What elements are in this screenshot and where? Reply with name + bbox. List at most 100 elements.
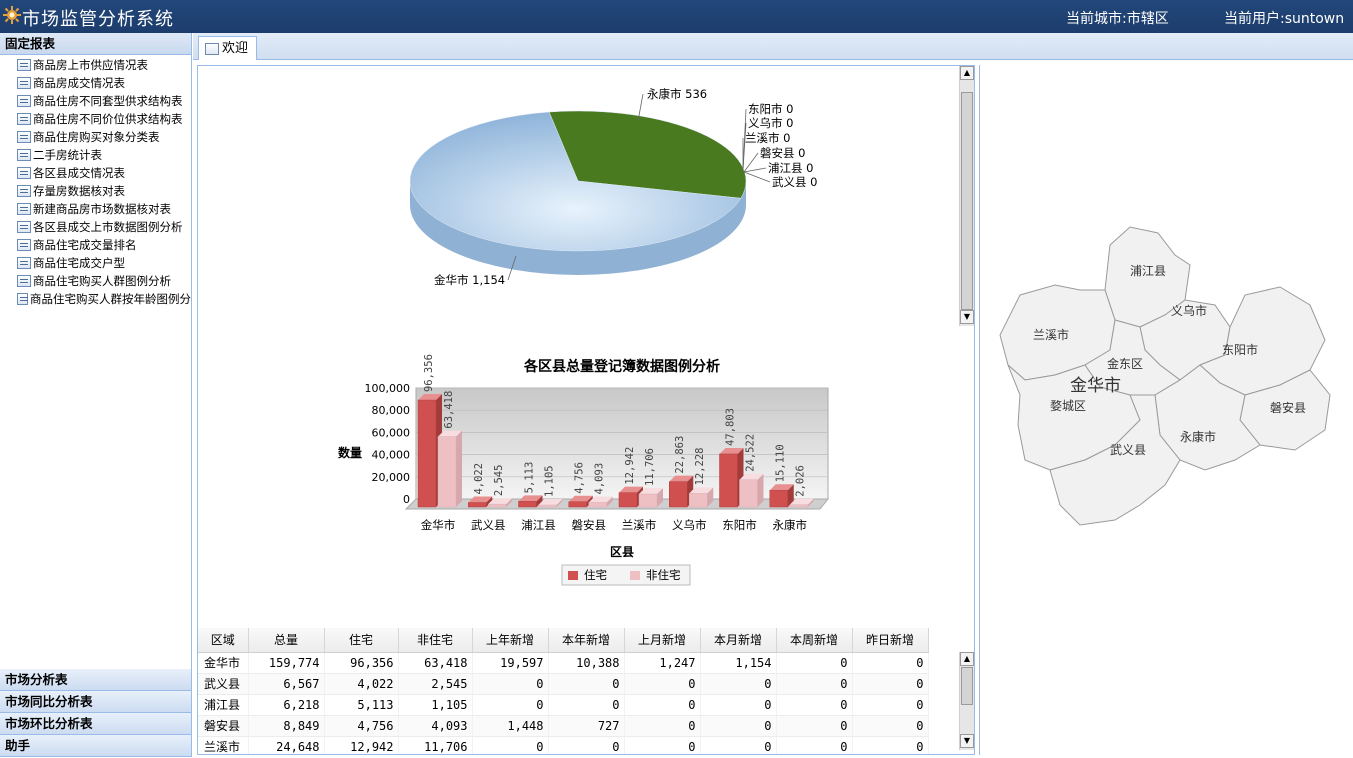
table-row[interactable]: 磐安县 8,849 4,756 4,093 1,448 727 0 0 0 0	[198, 715, 929, 737]
bar-chart-title: 各区县总量登记簿数据图例分析	[523, 358, 720, 375]
tab-welcome[interactable]: 欢迎	[198, 36, 258, 60]
bar[interactable]	[538, 504, 557, 508]
table-cell: 0	[624, 736, 701, 754]
column-header[interactable]: 非住宅	[398, 628, 473, 653]
bar-value-label: 96,356	[423, 354, 435, 392]
report-item[interactable]: 商品住房不同价位供求结构表	[0, 110, 191, 128]
bar-value-label: 4,756	[574, 462, 586, 494]
report-item[interactable]: 商品住宅成交户型	[0, 254, 191, 272]
table-row[interactable]: 兰溪市 24,648 12,942 11,706 0 0 0 0 0 0	[198, 736, 929, 754]
scroll-thumb[interactable]	[961, 667, 973, 705]
bar[interactable]	[638, 493, 658, 508]
report-item[interactable]: 商品房上市供应情况表	[0, 56, 191, 74]
column-header[interactable]: 区域	[198, 628, 249, 653]
scroll-thumb[interactable]	[961, 92, 973, 310]
report-icon	[17, 95, 31, 107]
report-item-label: 商品住宅购买人群图例分析	[33, 274, 171, 288]
report-icon	[17, 293, 28, 305]
report-item[interactable]: 二手房统计表	[0, 146, 191, 164]
bar[interactable]	[739, 479, 758, 508]
map-region-label: 浦江县	[1130, 264, 1166, 278]
scroll-up-icon[interactable]: ▲	[960, 66, 974, 80]
table-cell: 0	[624, 715, 701, 737]
bar-value-label: 4,093	[594, 463, 606, 495]
table-header: 区域 总量 住宅 非住宅 上年新增 本年新增 上月新增 本月新增 本周新增 昨日新增	[198, 628, 929, 653]
app-header: 市场监管分析系统 当前城市:市辖区 当前用户:suntown	[0, 0, 1353, 33]
x-tick-label: 义乌市	[672, 518, 707, 532]
report-item[interactable]: 商品住房购买对象分类表	[0, 128, 191, 146]
report-list: 商品房上市供应情况表商品房成交情况表 商品住房不同套型供求结构表 商品住房不同价位供…	[0, 55, 191, 308]
report-item-label: 商品住宅成交量排名	[33, 238, 137, 252]
scroll-down-icon[interactable]: ▼	[960, 734, 974, 748]
y-tick-label: 40,000	[372, 449, 411, 462]
x-tick-label: 磐安县	[572, 518, 607, 532]
x-tick-label: 浦江县	[521, 518, 556, 532]
map-region-label: 兰溪市	[1033, 327, 1069, 342]
bar[interactable]	[518, 501, 537, 508]
column-header[interactable]: 本月新增	[700, 628, 777, 653]
column-header[interactable]: 上月新增	[624, 628, 701, 653]
report-item[interactable]: 商品房成交情况表	[0, 74, 191, 92]
table-cell: 0	[548, 694, 625, 716]
bar[interactable]	[417, 399, 437, 508]
bar[interactable]	[588, 502, 607, 508]
sidebar-section-header[interactable]: 助手	[0, 735, 191, 757]
y-axis-label: 数量	[338, 445, 362, 460]
report-item[interactable]: 商品住宅购买人群图例分析	[0, 272, 191, 290]
bar[interactable]	[437, 436, 457, 508]
bar[interactable]	[468, 502, 487, 508]
fixed-reports-header[interactable]: 固定报表	[0, 33, 191, 55]
column-header[interactable]: 住宅	[324, 628, 399, 653]
sidebar-section-header[interactable]: 市场同比分析表	[0, 691, 191, 713]
table-scrollbar[interactable]: ▲ ▼	[959, 652, 974, 750]
bar[interactable]	[568, 501, 587, 508]
sidebar-section-header[interactable]: 市场环比分析表	[0, 713, 191, 735]
report-item-label: 商品住宅成交户型	[33, 256, 125, 270]
report-item[interactable]: 各区县成交上市数据图例分析	[0, 218, 191, 236]
table-cell: 11,706	[398, 736, 473, 754]
table-cell: 1,247	[624, 652, 701, 674]
bar[interactable]	[488, 503, 507, 508]
report-item-label: 二手房统计表	[33, 148, 102, 162]
table-cell: 4,093	[398, 715, 473, 737]
table-cell: 8,849	[248, 715, 325, 737]
page-icon	[205, 42, 219, 55]
bar[interactable]	[769, 489, 788, 508]
bar[interactable]	[669, 481, 688, 508]
table-cell: 0	[776, 736, 853, 754]
column-header[interactable]: 本年新增	[548, 628, 625, 653]
report-item-label: 各区县成交情况表	[33, 166, 125, 180]
y-tick-label: 80,000	[372, 404, 411, 417]
report-item[interactable]: 各区县成交情况表	[0, 164, 191, 182]
column-header[interactable]: 上年新增	[472, 628, 549, 653]
report-item-label: 商品房上市供应情况表	[33, 58, 148, 72]
report-icon	[17, 113, 31, 125]
table-cell: 0	[472, 736, 549, 754]
table-cell: 10,388	[548, 652, 625, 674]
chart-scrollbar[interactable]: ▲ ▼	[959, 66, 974, 326]
scroll-down-icon[interactable]: ▼	[960, 310, 974, 324]
bar-value-label: 47,803	[725, 408, 737, 446]
legend-label: 住宅	[584, 568, 607, 582]
bar-value-label: 22,863	[674, 436, 686, 474]
column-header[interactable]: 昨日新增	[852, 628, 929, 653]
bar[interactable]	[689, 493, 708, 508]
sidebar-section-header[interactable]: 市场分析表	[0, 669, 191, 691]
table-row[interactable]: 武义县 6,567 4,022 2,545 0 0 0 0 0 0	[198, 673, 929, 695]
bar[interactable]	[789, 504, 808, 508]
bar-value-label: 15,110	[775, 444, 787, 482]
column-header[interactable]: 总量	[248, 628, 325, 653]
report-item[interactable]: 存量房数据核对表	[0, 182, 191, 200]
report-item[interactable]: 商品住宅成交量排名	[0, 236, 191, 254]
scroll-up-icon[interactable]: ▲	[960, 652, 974, 666]
bar[interactable]	[618, 492, 638, 508]
report-item[interactable]: 商品住房不同套型供求结构表	[0, 92, 191, 110]
table-row[interactable]: 浦江县 6,218 5,113 1,105 0 0 0 0 0 0	[198, 694, 929, 716]
report-item[interactable]: 新建商品房市场数据核对表	[0, 200, 191, 218]
table-row[interactable]: 金华市 159,774 96,356 63,418 19,597 10,388 1,247 1…	[198, 652, 929, 674]
report-item[interactable]: 商品住宅购买人群按年龄图例分	[0, 290, 191, 308]
app-title: 市场监管分析系统	[22, 9, 174, 30]
column-header[interactable]: 本周新增	[776, 628, 853, 653]
bar-value-label: 1,105	[544, 465, 556, 497]
bar[interactable]	[719, 453, 738, 508]
